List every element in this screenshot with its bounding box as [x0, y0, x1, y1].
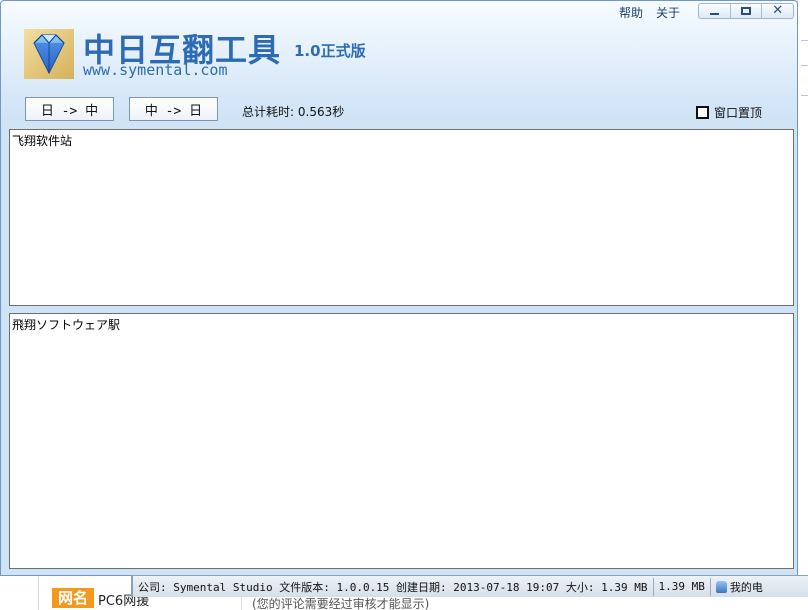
minimize-button[interactable]: [699, 4, 731, 18]
about-link[interactable]: 关于: [656, 4, 680, 21]
app-url: www.symental.com: [83, 61, 228, 79]
maximize-button[interactable]: [731, 4, 763, 18]
window-controls: ✕: [698, 3, 794, 19]
edge-tick: [801, 65, 808, 66]
minimize-icon: [709, 12, 719, 15]
jp-to-cn-button[interactable]: 日 -> 中: [25, 97, 114, 121]
edge-tick: [801, 95, 808, 96]
maximize-icon: [741, 7, 751, 15]
computer-icon: [715, 580, 727, 593]
chinese-text-area[interactable]: 飞翔软件站: [9, 129, 794, 306]
background-subtext: (您的评论需要经过审核才能显示): [252, 597, 430, 610]
always-on-top-toggle[interactable]: 窗口置顶: [696, 104, 762, 121]
cn-to-jp-button[interactable]: 中 -> 日: [129, 97, 218, 121]
help-link[interactable]: 帮助: [619, 4, 643, 21]
app-window: 中日互翻工具 www.symental.com 1.0正式版 帮助 关于 ✕ 日…: [0, 0, 798, 576]
timing-value: 0.563秒: [297, 105, 345, 119]
status-file-info: 公司: Symental Studio 文件版本: 1.0.0.15 创建日期:…: [138, 580, 648, 594]
app-version: 1.0正式版: [294, 42, 366, 60]
japanese-text-area[interactable]: 飛翔ソフトウェア駅: [9, 313, 794, 569]
status-bar: 公司: Symental Studio 文件版本: 1.0.0.15 创建日期:…: [131, 575, 808, 597]
status-computer[interactable]: 我的电: [711, 576, 768, 597]
status-size: 1.39 MB: [658, 580, 705, 593]
status-computer-label: 我的电: [729, 580, 763, 594]
always-on-top-checkbox[interactable]: [696, 106, 709, 119]
diamond-gem-icon: [24, 29, 74, 79]
edge-tick: [801, 40, 808, 41]
background-divider: [38, 575, 39, 610]
background-window-edge: [797, 0, 808, 575]
timing-display: 总计耗时: 0.563秒: [242, 103, 344, 120]
always-on-top-label: 窗口置顶: [714, 106, 763, 120]
background-badge: 网名: [52, 588, 94, 608]
timing-label: 总计耗时:: [242, 105, 295, 119]
close-icon: ✕: [772, 3, 784, 18]
close-button[interactable]: ✕: [762, 4, 793, 18]
